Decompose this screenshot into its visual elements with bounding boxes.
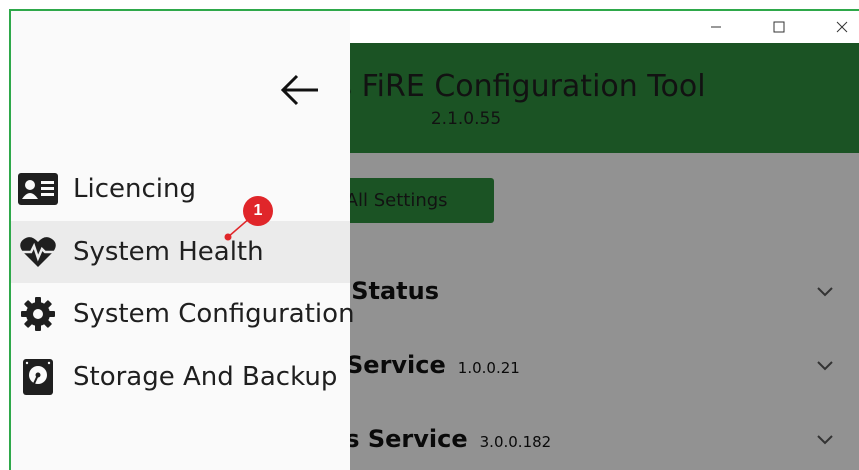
nav-item-licencing[interactable]: Licencing bbox=[11, 158, 350, 220]
back-button[interactable] bbox=[278, 71, 324, 109]
annotation-badge: 1 bbox=[243, 196, 273, 226]
nav-item-storage-and-backup[interactable]: Storage And Backup bbox=[11, 346, 350, 408]
id-card-icon bbox=[18, 169, 58, 209]
maximize-icon bbox=[773, 21, 785, 33]
nav-item-label: Storage And Backup bbox=[73, 362, 338, 392]
close-icon bbox=[836, 21, 848, 33]
nav-item-label: System Configuration bbox=[73, 299, 355, 329]
arrow-left-icon bbox=[280, 74, 318, 106]
heartbeat-icon bbox=[18, 232, 58, 272]
close-button[interactable] bbox=[819, 11, 859, 43]
nav-item-system-configuration[interactable]: System Configuration bbox=[11, 283, 355, 345]
maximize-button[interactable] bbox=[756, 11, 802, 43]
nav-drawer: Licencing System Health System Configura… bbox=[11, 11, 355, 470]
app-window: s FiRE Configuration Tool 2.1.0.55 set A… bbox=[9, 9, 859, 470]
minimize-icon bbox=[711, 26, 721, 28]
minimize-button[interactable] bbox=[693, 11, 739, 43]
nav-item-label: Licencing bbox=[73, 174, 196, 204]
nav-item-system-health[interactable]: System Health bbox=[11, 221, 350, 283]
hard-drive-icon bbox=[18, 357, 58, 397]
gear-icon bbox=[18, 294, 58, 334]
nav-item-label: System Health bbox=[73, 237, 264, 267]
